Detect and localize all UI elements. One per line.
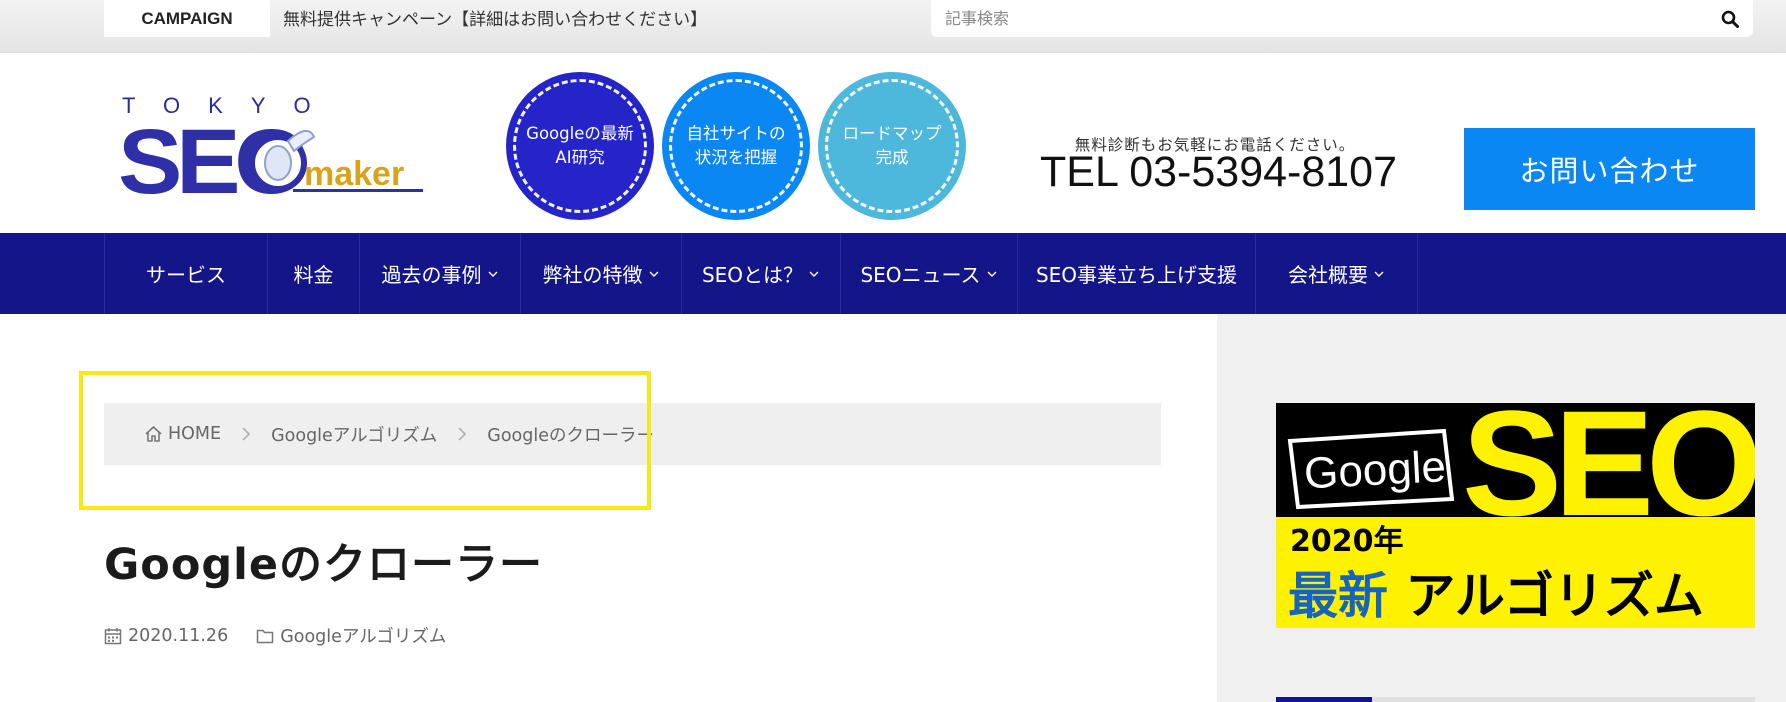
banner-year: 2020年 [1290, 524, 1404, 559]
nav-item-label: 会社概要 [1288, 263, 1368, 287]
feature-circle-label: 自社サイトの 状況を把握 [686, 124, 786, 167]
sidebar-tab-indicator [1276, 697, 1755, 702]
post-date: 2020.11.26 [128, 625, 229, 646]
banner-big-text: SEO [1462, 403, 1755, 547]
nav-item-label: サービス [146, 263, 226, 287]
feature-circle-site-status[interactable]: 自社サイトの 状況を把握 [662, 72, 810, 220]
top-bar: CAMPAIGN 無料提供キャンペーン【詳細はお問い合わせください】 [0, 0, 1786, 53]
banner-accent: 最新 [1288, 567, 1388, 625]
search-button[interactable] [1715, 4, 1745, 34]
chevron-down-icon [1374, 271, 1384, 277]
breadcrumb-current: Googleのクローラー [487, 422, 654, 447]
nav-item[interactable]: サービス [105, 233, 268, 314]
nav-item-label: SEO事業立ち上げ支援 [1035, 263, 1238, 287]
nav-item[interactable]: 弊社の特徴 [521, 233, 682, 314]
breadcrumb-label: HOME [168, 424, 222, 444]
campaign-link[interactable]: 無料提供キャンペーン【詳細はお問い合わせください】 [283, 5, 707, 30]
nav-item[interactable]: 会社概要 [1256, 233, 1418, 314]
nav-item-label: SEOニュース [860, 263, 981, 287]
svg-text:最新 アルゴリズム: 最新 アルゴリズム [1288, 567, 1704, 625]
banner-rest: アルゴリズム [1405, 567, 1704, 625]
chevron-right-icon [242, 427, 251, 441]
post-category-label: Googleアルゴリズム [280, 627, 447, 647]
campaign-label: CAMPAIGN [104, 0, 270, 37]
breadcrumb-label: Googleアルゴリズム [271, 425, 438, 446]
nav-item-label: 料金 [293, 263, 334, 287]
chevron-right-icon [458, 427, 467, 441]
folder-icon [256, 629, 274, 643]
feature-circle-label: ロードマップ 完成 [842, 124, 942, 167]
nav-item[interactable]: SEO事業立ち上げ支援 [1018, 233, 1256, 314]
contact-button[interactable]: お問い合わせ [1464, 128, 1755, 210]
nav-item-label: SEOとは？ [701, 263, 804, 287]
search-box [931, 0, 1753, 37]
feature-circle-roadmap[interactable]: ロードマップ 完成 [818, 72, 966, 220]
nav-item-label: 弊社の特徴 [542, 263, 643, 287]
nav-item[interactable]: SEOとは？ [682, 233, 841, 314]
breadcrumb: HOME Googleアルゴリズム Googleのクローラー [104, 403, 1161, 465]
breadcrumb-category[interactable]: Googleアルゴリズム [271, 422, 437, 447]
nav-item[interactable]: 料金 [268, 233, 360, 314]
banner-brand: Google [1303, 442, 1447, 498]
chevron-down-icon [987, 271, 997, 277]
logo-sub-text: maker [304, 155, 404, 193]
feature-circle-label: Googleの最新 AI研究 [526, 124, 634, 167]
search-icon [1721, 10, 1739, 28]
nav-item-label: 過去の事例 [381, 263, 482, 287]
calendar-icon [104, 627, 122, 644]
main-nav: サービス 料金 過去の事例 弊社の特徴 SEOとは？ SEOニュース SEO事業立ち上げ支援… [0, 233, 1786, 314]
feature-circle-ai-research[interactable]: Googleの最新 AI研究 [506, 72, 654, 220]
breadcrumb-label: Googleのクローラー [487, 425, 654, 446]
article-meta: 2020.11.26 Googleアルゴリズム [104, 623, 446, 648]
home-icon [145, 426, 162, 442]
breadcrumb-home[interactable]: HOME [144, 424, 221, 444]
chevron-down-icon [649, 271, 658, 277]
site-header: TOKYO SEO maker Googleの最新 AI研究 自社サイトの 状況… [0, 53, 1786, 233]
nav-item[interactable]: 過去の事例 [360, 233, 521, 314]
site-logo[interactable]: TOKYO SEO maker [118, 93, 430, 213]
nav-list: サービス 料金 過去の事例 弊社の特徴 SEOとは？ SEOニュース SEO事業立ち上げ支援… [104, 233, 1418, 314]
post-category[interactable]: Googleアルゴリズム [256, 623, 446, 648]
chevron-down-icon [488, 271, 497, 277]
phone-number[interactable]: TEL 03-5394-8107 [1040, 148, 1400, 197]
sidebar-banner[interactable]: Google SEO 2020年 最新 アルゴリズム [1276, 403, 1755, 628]
chevron-down-icon [809, 271, 819, 277]
page-title: Googleのクローラー [104, 540, 544, 590]
nav-item[interactable]: SEOニュース [841, 233, 1018, 314]
search-input[interactable] [945, 0, 1685, 37]
